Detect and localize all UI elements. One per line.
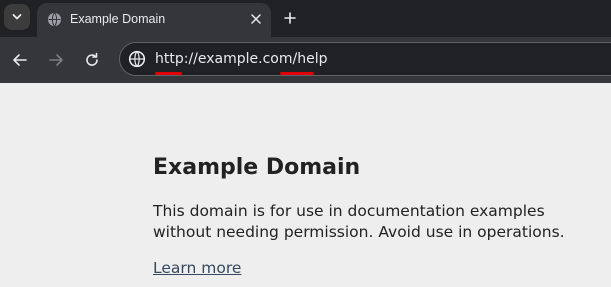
url-text[interactable]: http://example.com/help bbox=[155, 51, 327, 68]
back-button[interactable] bbox=[8, 48, 32, 72]
address-bar[interactable]: http://example.com/help bbox=[119, 42, 611, 76]
tab-strip: Example Domain bbox=[0, 0, 611, 37]
back-arrow-icon bbox=[13, 54, 27, 66]
tab-title: Example Domain bbox=[70, 12, 166, 26]
new-tab-button[interactable] bbox=[279, 7, 301, 29]
annotation-underline-scheme bbox=[155, 72, 182, 75]
reload-button[interactable] bbox=[80, 48, 104, 72]
browser-toolbar: http://example.com/help bbox=[0, 37, 611, 83]
tab-search-button[interactable] bbox=[4, 4, 30, 30]
annotation-underline-path bbox=[280, 72, 314, 75]
reload-icon bbox=[86, 52, 98, 66]
active-tab[interactable]: Example Domain bbox=[37, 3, 271, 37]
forward-button[interactable] bbox=[44, 48, 68, 72]
tab-search-icon bbox=[12, 14, 22, 20]
site-info-icon[interactable] bbox=[128, 50, 146, 68]
page-heading: Example Domain bbox=[153, 155, 361, 180]
page-viewport: Example Domain This domain is for use in… bbox=[0, 83, 611, 287]
tab-close-button[interactable] bbox=[247, 10, 265, 28]
plus-icon bbox=[284, 12, 296, 24]
globe-icon bbox=[47, 12, 62, 27]
page-description: This domain is for use in documentation … bbox=[153, 202, 565, 241]
forward-arrow-icon bbox=[49, 54, 63, 66]
close-icon bbox=[251, 14, 261, 24]
learn-more-link[interactable]: Learn more bbox=[153, 259, 241, 277]
